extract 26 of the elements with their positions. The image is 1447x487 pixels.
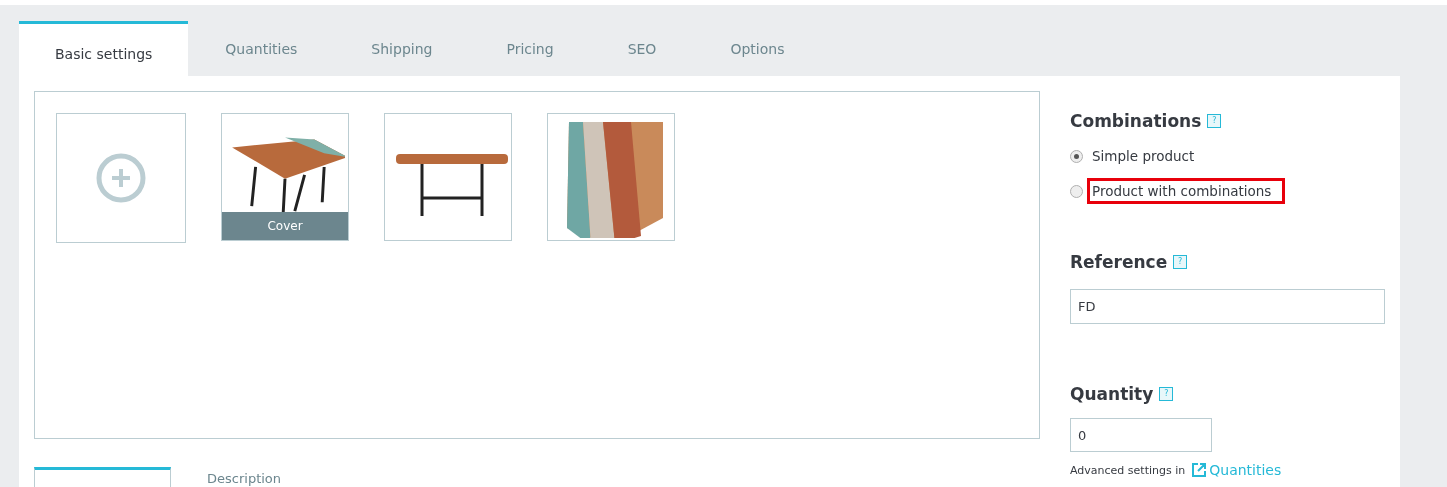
image-thumbnail[interactable]: Cover (221, 113, 349, 241)
tab[interactable]: Description (207, 471, 282, 487)
radio-button[interactable] (1070, 149, 1083, 163)
section-heading: Quantity (1070, 384, 1154, 404)
add-image-tile[interactable] (56, 113, 186, 243)
plus-circle-icon (95, 152, 147, 204)
reference-field[interactable]: FD (1070, 289, 1385, 324)
radio-label: Simple product (1091, 147, 1196, 166)
section-heading: Reference (1070, 252, 1168, 272)
cover-label: Cover (222, 212, 348, 240)
quantity-field[interactable]: 0 (1070, 418, 1212, 452)
quantities-link[interactable]: Quantities (1191, 462, 1282, 478)
radio-button[interactable] (1070, 184, 1083, 198)
section-heading: Combinations (1070, 111, 1202, 131)
help-icon[interactable]: ? (1207, 114, 1222, 128)
helper-text: Advanced settings in (1070, 463, 1186, 477)
help-icon[interactable]: ? (1173, 255, 1188, 269)
tab[interactable]: Quantities (188, 21, 335, 76)
tab[interactable]: Basic settings (19, 21, 189, 76)
external-link-icon (1191, 462, 1208, 478)
tab[interactable]: SEO (590, 21, 694, 76)
help-icon[interactable]: ? (1159, 387, 1174, 401)
tab[interactable]: Pricing (469, 21, 591, 76)
radio-label: Product with combinations (1087, 178, 1285, 204)
tab[interactable]: Options (693, 21, 822, 76)
tab[interactable]: Shipping (334, 21, 470, 76)
